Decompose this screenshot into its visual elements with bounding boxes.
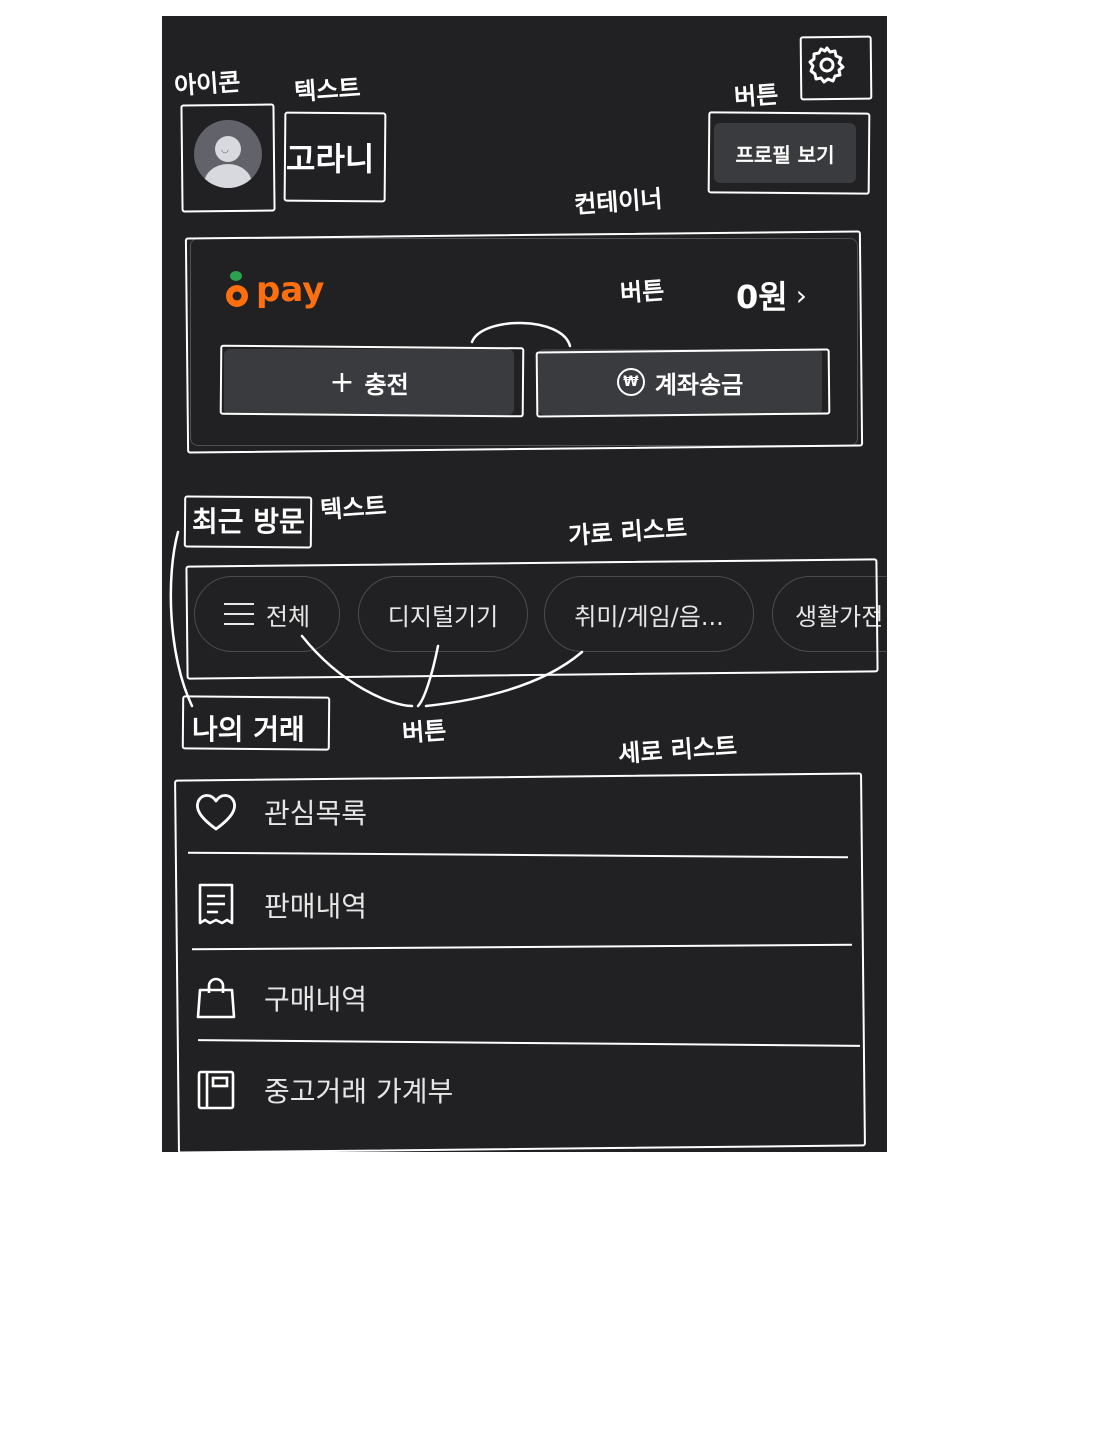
annotation-label: 컨테이너 (573, 184, 664, 220)
annotation-label: 텍스트 (319, 491, 388, 525)
annotation-label: 버튼 (733, 80, 780, 112)
my-page-screen: ◡ 고라니 프로필 보기 pay 0원 › + 충전 ₩ 계좌송금 최근 방문 (162, 16, 887, 1152)
annotation-label: 버튼 (619, 276, 666, 308)
annotation-label: 아이콘 (173, 67, 242, 101)
annotation-label: 텍스트 (293, 73, 362, 107)
annotation-label: 버튼 (401, 716, 448, 748)
annotation-connectors (169, 321, 584, 708)
